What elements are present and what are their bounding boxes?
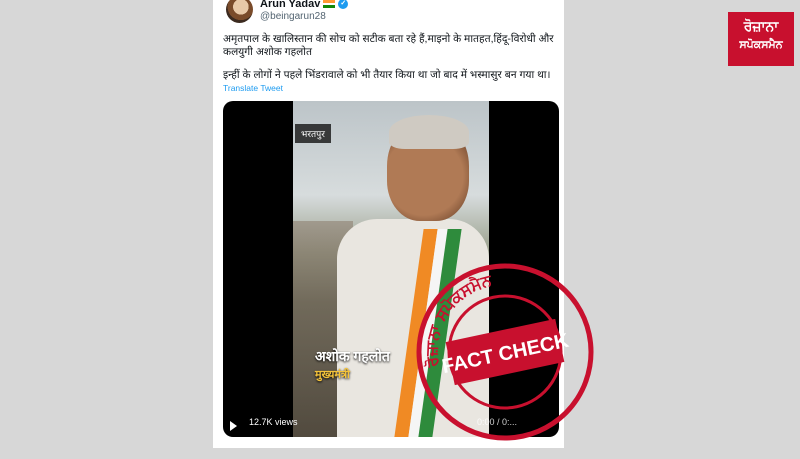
view-count: 12.7K views [249, 417, 298, 427]
author-row: Arun Yadav ✓ [260, 0, 349, 10]
tweet-paragraph-2: इन्हीं के लोगों ने पहले भिंडरावाले को भी… [223, 69, 551, 81]
logo-line-2: ਸਪੋਕਸਮੈਨ [739, 39, 783, 51]
caption-title: मुख्यमंत्री [315, 369, 350, 381]
speaker-hair [389, 115, 469, 149]
avatar[interactable] [226, 0, 253, 23]
translate-tweet-link[interactable]: Translate Tweet [223, 83, 283, 93]
location-tag: भरतपुर [295, 124, 331, 143]
tweet-paragraph-1: अमृतपाल के खालिस्तान की सोच को सटीक बता … [223, 33, 554, 58]
logo-line-1: ਰੋਜ਼ਾਨਾ [743, 18, 779, 34]
author-handle[interactable]: @beingarun28 [260, 11, 326, 22]
verified-badge-icon: ✓ [338, 0, 349, 9]
caption-name: अशोक गहलोत [315, 348, 390, 364]
play-icon[interactable] [230, 421, 237, 431]
brand-logo: ਰੋਜ਼ਾਨਾ ਸਪੋਕਸਮੈਨ [728, 12, 794, 66]
india-flag-icon [323, 0, 336, 9]
fact-check-stamp: ਰੋਜ਼ਾਨਾ ਸਪੋਕਸਮੈਨ FACT CHECK [406, 263, 594, 441]
author-name[interactable]: Arun Yadav [260, 0, 320, 10]
